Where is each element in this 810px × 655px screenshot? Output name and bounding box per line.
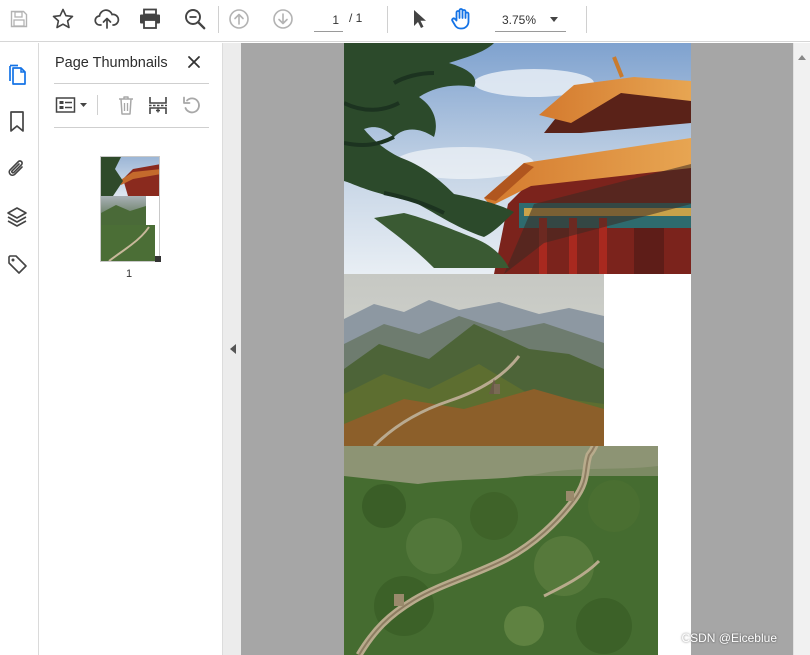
- watermark: CSDN @Eiceblue: [681, 631, 777, 645]
- mountain-great-wall-image: [344, 274, 604, 446]
- zoom-search-icon[interactable]: [181, 5, 209, 33]
- toolbar-divider: [218, 6, 219, 33]
- panel-divider: [54, 127, 209, 128]
- forbidden-city-roof-image: [344, 43, 691, 274]
- toolbar-divider: [97, 95, 98, 115]
- zoom-value: 3.75%: [502, 12, 537, 27]
- page-number-input[interactable]: [314, 8, 343, 32]
- thumbnail-options-icon[interactable]: [54, 92, 90, 118]
- great-wall-forest-image: [344, 446, 658, 655]
- panel-title: Page Thumbnails: [55, 55, 168, 71]
- toolbar-divider: [586, 6, 587, 33]
- print-icon[interactable]: [136, 5, 164, 33]
- panel-divider: [54, 83, 209, 84]
- select-pointer-icon[interactable]: [405, 5, 433, 33]
- tags-icon[interactable]: [4, 251, 30, 277]
- insert-page-icon[interactable]: [145, 92, 171, 118]
- collapse-arrow-icon[interactable]: [230, 344, 236, 354]
- save-icon[interactable]: [5, 5, 33, 33]
- page-total: / 1: [349, 11, 363, 25]
- navigation-rail: [0, 43, 39, 655]
- thumbnail-resize-handle[interactable]: [155, 256, 161, 262]
- attachment-icon[interactable]: [4, 156, 30, 182]
- page-thumbnails-panel: Page Thumbnails 1: [40, 43, 222, 655]
- page-thumbnail[interactable]: [100, 156, 160, 262]
- delete-icon[interactable]: [113, 92, 139, 118]
- page-up-icon[interactable]: [225, 5, 253, 33]
- page-thumbnails-icon[interactable]: [4, 62, 30, 88]
- cloud-upload-icon[interactable]: [93, 5, 121, 33]
- zoom-dropdown[interactable]: 3.75%: [495, 8, 566, 32]
- hand-tool-icon[interactable]: [448, 5, 476, 33]
- close-icon[interactable]: [184, 52, 204, 72]
- pdf-page: [344, 43, 691, 655]
- panel-splitter[interactable]: [222, 43, 241, 655]
- dropdown-caret-icon: [550, 17, 558, 22]
- scroll-up-arrow-icon[interactable]: [798, 55, 806, 60]
- bookmark-icon[interactable]: [4, 109, 30, 135]
- toolbar-divider: [387, 6, 388, 33]
- document-area[interactable]: CSDN @Eiceblue: [241, 43, 793, 655]
- rotate-icon[interactable]: [179, 92, 205, 118]
- star-icon[interactable]: [49, 5, 77, 33]
- page-down-icon[interactable]: [269, 5, 297, 33]
- vertical-scrollbar[interactable]: [793, 43, 810, 655]
- layers-icon[interactable]: [4, 204, 30, 230]
- main-toolbar: / 1 3.75%: [0, 0, 810, 42]
- thumbnail-page-number: 1: [126, 268, 133, 280]
